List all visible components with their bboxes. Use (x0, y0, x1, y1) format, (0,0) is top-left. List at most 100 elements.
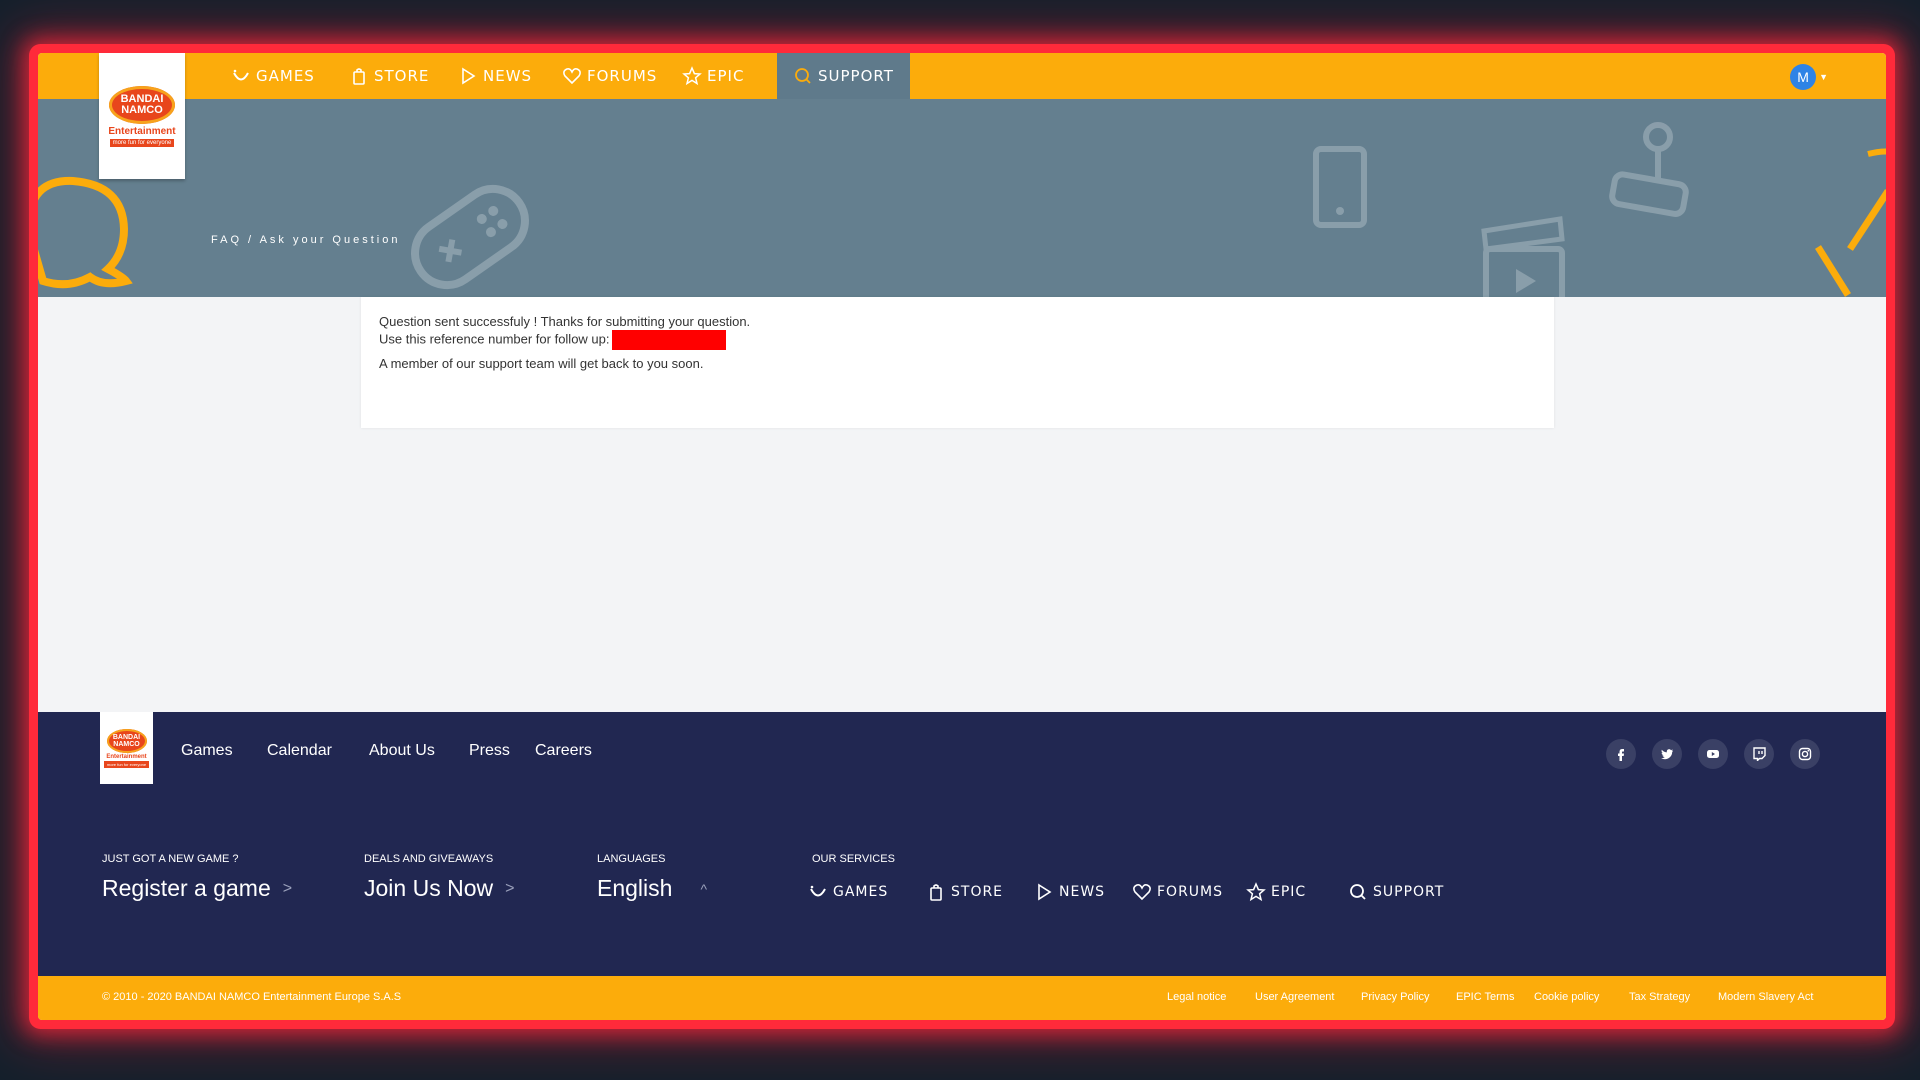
chevron-right-icon: > (505, 879, 515, 897)
search-icon (1350, 884, 1366, 900)
nav-label: FORUMS (587, 67, 658, 85)
hero-decoration (38, 122, 1886, 297)
nav-epic[interactable]: EPIC (682, 53, 744, 99)
logo-oval: BANDAI NAMCO (106, 728, 147, 753)
logo-text: BANDAI (112, 733, 141, 741)
twitter-icon[interactable] (1652, 739, 1682, 769)
orange-decoration-top (1867, 148, 1886, 157)
browser-viewport: GAMeS STORE NeWS FORUMS EPIC SUPPORT M ▼ (38, 53, 1886, 1020)
chevron-right-icon: > (282, 879, 293, 897)
register-game-link[interactable]: Register a game > (102, 875, 292, 902)
nav-label: GAMeS (256, 67, 315, 85)
tax-strategy-link[interactable]: Tax Strategy (1629, 991, 1690, 1003)
legal-bar: © 2010 - 2020 BANDAI NAMCO Entertainment… (38, 976, 1886, 1020)
modern-slavery-link[interactable]: Modern Slavery Act (1718, 991, 1813, 1003)
language-label: English (597, 875, 673, 901)
confirmation-card: Question sent successfuly ! Thanks for s… (361, 297, 1554, 428)
register-heading: JUST GOT A NEW GAME ? (102, 853, 239, 865)
footer-logo[interactable]: BANDAI NAMCO Entertainment more fun for … (100, 712, 153, 784)
service-label: STORE (951, 884, 1004, 900)
logo-entertainment: Entertainment (106, 753, 147, 760)
nav-news[interactable]: NeWS (458, 53, 532, 99)
service-forums[interactable]: FORUMS (1132, 881, 1223, 903)
bandai-namco-logo[interactable]: BANDAI NAMCO Entertainment more fun for … (99, 53, 185, 179)
clapperboard-icon (1481, 216, 1565, 297)
gamepad-icon (411, 184, 529, 290)
join-us-label: Join Us Now (364, 875, 494, 901)
heart-icon (1133, 884, 1151, 901)
user-agreement-link[interactable]: User Agreement (1255, 991, 1334, 1003)
nav-games[interactable]: GAMeS (231, 53, 315, 99)
speech-bubble-icon (38, 176, 133, 289)
nav-forums[interactable]: FORUMS (562, 53, 657, 99)
footer-link-calendar[interactable]: Calendar (267, 742, 332, 760)
search-icon (795, 68, 811, 84)
nav-label: EPIC (707, 67, 745, 85)
youtube-icon[interactable] (1698, 739, 1728, 769)
nav-label: SUPPORT (818, 67, 894, 85)
join-us-link[interactable]: Join Us Now > (364, 875, 514, 902)
logo-oval: BANDAI NAMCO (109, 85, 175, 124)
legal-notice-link[interactable]: Legal notice (1167, 991, 1226, 1003)
epic-terms-link[interactable]: EPIC Terms (1456, 991, 1514, 1003)
logo-text: BANDAI (120, 92, 164, 105)
twitch-icon[interactable] (1744, 739, 1774, 769)
nav-support[interactable]: SUPPORT (777, 53, 910, 99)
logo-entertainment: Entertainment (108, 125, 176, 137)
orange-decoration-bottom (1815, 245, 1851, 297)
smile-icon (233, 69, 249, 81)
shopping-bag-icon (930, 884, 942, 901)
language-selector[interactable]: English ^ (597, 875, 707, 902)
service-label: FORUMS (1157, 884, 1224, 900)
chevron-down-icon: ▼ (1819, 72, 1828, 82)
logo-tagline: more fun for everyone (109, 138, 175, 147)
reference-number-redacted (611, 330, 726, 350)
service-label: NeWS (1059, 884, 1106, 900)
service-epic[interactable]: EPIC (1246, 881, 1306, 903)
logo-tagline: more fun for everyone (103, 760, 150, 768)
reference-label: Use this reference number for follow up: (379, 331, 610, 347)
star-icon (682, 66, 702, 86)
shopping-bag-icon (353, 68, 365, 85)
privacy-policy-link[interactable]: Privacy Policy (1361, 991, 1429, 1003)
facebook-icon[interactable] (1606, 739, 1636, 769)
copyright: © 2010 - 2020 BANDAI NAMCO Entertainment… (102, 991, 402, 1003)
followup-message: A member of our support team will get ba… (379, 356, 704, 371)
cookie-policy-link[interactable]: Cookie policy (1534, 991, 1599, 1003)
joystick-icon (1609, 122, 1689, 217)
services-heading: OUR SERVICES (812, 853, 895, 865)
service-support[interactable]: SUPPORT (1348, 881, 1444, 903)
nav-store[interactable]: STORE (349, 53, 429, 99)
footer-link-careers[interactable]: Careers (535, 742, 592, 760)
footer-link-about[interactable]: About Us (369, 742, 435, 760)
logo-text: NAMCO (121, 103, 163, 116)
footer: BANDAI NAMCO Entertainment more fun for … (38, 712, 1886, 976)
user-menu[interactable]: M ▼ (1790, 64, 1828, 90)
avatar[interactable]: M (1790, 64, 1817, 90)
logo-text: NAMCO (113, 740, 140, 748)
play-icon (462, 67, 476, 85)
footer-link-games[interactable]: Games (181, 742, 233, 760)
heart-icon (563, 68, 581, 85)
service-store[interactable]: STORE (926, 881, 1003, 903)
service-news[interactable]: NeWS (1034, 881, 1105, 903)
service-games[interactable]: GAMeS (808, 881, 888, 903)
service-label: GAMeS (833, 884, 889, 900)
reference-line: Use this reference number for follow up: (379, 330, 726, 350)
top-navigation: GAMeS STORE NeWS FORUMS EPIC SUPPORT M ▼ (38, 53, 1886, 99)
play-icon (1038, 883, 1052, 901)
orange-decoration (1847, 189, 1886, 251)
star-icon (1246, 882, 1266, 902)
nav-label: STORE (374, 67, 430, 85)
chevron-up-icon: ^ (700, 880, 708, 897)
languages-heading: LANGUAGES (597, 853, 666, 865)
nav-label: NeWS (483, 67, 533, 85)
instagram-icon[interactable] (1790, 739, 1820, 769)
deals-heading: DEALS AND GIVEAWAYS (364, 853, 494, 865)
smile-icon (810, 885, 826, 897)
footer-link-press[interactable]: Press (469, 742, 510, 760)
breadcrumb[interactable]: FAQ / Ask your Question (211, 234, 400, 246)
service-label: SUPPORT (1373, 884, 1445, 900)
service-label: EPIC (1271, 884, 1307, 900)
hero-banner: FAQ / Ask your Question (38, 99, 1886, 297)
